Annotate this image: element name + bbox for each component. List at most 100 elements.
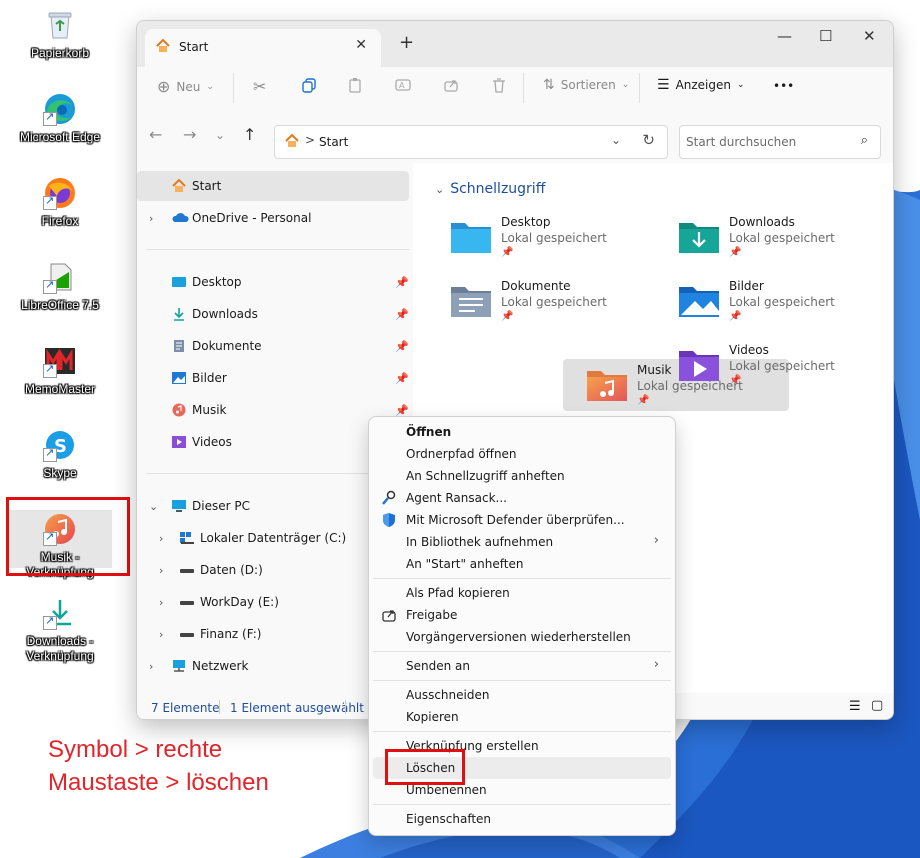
desktop-icon-downloads-shortcut[interactable]: Downloads - Verknüpfung	[8, 596, 112, 664]
menu-item-restore-versions[interactable]: Vorgängerversionen wiederherstellen	[373, 626, 671, 648]
menu-item-agent-ransack[interactable]: Agent Ransack...	[373, 487, 671, 509]
pin-icon: 📌	[395, 307, 409, 321]
tab-start[interactable]: Start ✕	[145, 29, 381, 67]
chevron-right-icon[interactable]: ›	[149, 212, 153, 225]
desktop-icon-label: Firefox	[41, 214, 79, 228]
address-bar[interactable]: > Start ⌄ ↻	[274, 125, 668, 159]
menu-item-cut[interactable]: Ausschneiden	[373, 684, 671, 706]
chevron-right-icon[interactable]: ›	[159, 532, 163, 545]
menu-item-label: Öffnen	[406, 425, 452, 439]
share-button[interactable]	[443, 77, 459, 96]
new-tab-button[interactable]: +	[399, 32, 414, 53]
search-input[interactable]: Start durchsuchen ⌕	[679, 125, 881, 159]
up-button[interactable]: ↑	[243, 125, 256, 144]
document-icon	[171, 339, 187, 353]
quick-access-desktop[interactable]: Desktop Lokal gespeichert 📌	[427, 211, 651, 263]
shortcut-arrow-icon	[43, 110, 57, 126]
chevron-down-icon[interactable]: ⌄	[611, 133, 621, 147]
rename-button[interactable]: A	[395, 77, 411, 96]
tiles-view-icon[interactable]: ▢	[871, 698, 883, 713]
menu-item-label: An Schnellzugriff anheften	[406, 469, 565, 483]
back-button[interactable]: ←	[149, 125, 162, 144]
svg-text:A: A	[399, 81, 405, 90]
menu-item-open-folder-path[interactable]: Ordnerpfad öffnen	[373, 443, 671, 465]
menu-item-delete[interactable]: Löschen	[373, 757, 671, 779]
desktop-icon-skype[interactable]: S Skype	[8, 428, 112, 481]
sort-button[interactable]: ⇅ Sortieren ⌄	[543, 77, 629, 93]
menu-item-pin-start[interactable]: An "Start" anheften	[373, 553, 671, 575]
menu-item-defender-scan[interactable]: Mit Microsoft Defender überprüfen...	[373, 509, 671, 531]
pin-icon: 📌	[729, 375, 742, 386]
desktop-icon-edge[interactable]: Microsoft Edge	[8, 92, 112, 145]
menu-item-rename[interactable]: Umbenennen	[373, 779, 671, 801]
copy-button[interactable]	[301, 77, 317, 96]
qa-name: Dokumente	[501, 279, 571, 293]
section-header-quick-access[interactable]: ⌄ Schnellzugriff	[435, 181, 545, 197]
home-icon	[284, 133, 300, 152]
menu-item-open[interactable]: Öffnen	[373, 421, 671, 443]
desktop-icon-firefox[interactable]: Firefox	[8, 176, 112, 229]
nav-item-start[interactable]: Start	[137, 171, 409, 201]
refresh-icon[interactable]: ↻	[642, 131, 655, 149]
menu-item-properties[interactable]: Eigenschaften	[373, 808, 671, 830]
qa-name: Bilder	[729, 279, 764, 293]
chevron-right-icon[interactable]: ›	[159, 596, 163, 609]
qa-location: Lokal gespeichert	[729, 359, 835, 373]
chevron-right-icon[interactable]: ›	[159, 564, 163, 577]
desktop-icon-label: Downloads - Verknüpfung	[26, 634, 94, 663]
drive-icon	[179, 563, 195, 577]
nav-item-dokumente[interactable]: Dokumente 📌	[137, 331, 409, 361]
qa-location: Lokal gespeichert	[501, 295, 607, 309]
recent-locations-button[interactable]: ⌄	[215, 128, 225, 142]
menu-divider	[373, 651, 671, 652]
nav-item-downloads[interactable]: Downloads 📌	[137, 299, 409, 329]
nav-item-bilder[interactable]: Bilder 📌	[137, 363, 409, 393]
minimize-button[interactable]: —	[777, 27, 792, 45]
menu-item-copy-path[interactable]: Als Pfad kopieren	[373, 582, 671, 604]
nav-item-label: Desktop	[192, 275, 242, 289]
forward-button[interactable]: →	[183, 125, 196, 144]
maximize-button[interactable]: ☐	[819, 27, 832, 45]
desktop-icon-recycle-bin[interactable]: Papierkorb	[8, 8, 112, 61]
more-button[interactable]: •••	[773, 79, 794, 93]
quick-access-videos[interactable]: Videos Lokal gespeichert 📌	[655, 339, 879, 391]
shield-icon	[381, 512, 397, 528]
download-icon	[171, 307, 187, 321]
menu-item-create-shortcut[interactable]: Verknüpfung erstellen	[373, 735, 671, 757]
shortcut-arrow-icon	[43, 194, 57, 210]
chevron-right-icon[interactable]: ›	[159, 628, 163, 641]
menu-item-send-to[interactable]: Senden an ›	[373, 655, 671, 677]
delete-button[interactable]	[491, 77, 507, 96]
menu-item-pin-quick-access[interactable]: An Schnellzugriff anheften	[373, 465, 671, 487]
new-button[interactable]: ⊕ Neu ⌄	[157, 77, 214, 96]
details-view-icon[interactable]: ☰	[849, 699, 861, 714]
tab-title: Start	[179, 40, 209, 54]
quick-access-dokumente[interactable]: Dokumente Lokal gespeichert 📌	[427, 275, 651, 327]
desktop-icon-memomaster[interactable]: MemoMaster	[8, 344, 112, 397]
chevron-right-icon[interactable]: ›	[149, 660, 153, 673]
menu-divider	[373, 731, 671, 732]
annotation-line: Maustaste > löschen	[48, 769, 269, 796]
nav-item-onedrive[interactable]: › OneDrive - Personal	[137, 203, 409, 233]
desktop-icon-libreoffice[interactable]: LibreOffice 7.5	[8, 260, 112, 313]
edge-icon	[43, 92, 77, 126]
nav-item-label: Dieser PC	[192, 499, 250, 513]
qa-name: Videos	[729, 343, 769, 357]
menu-item-share[interactable]: Freigabe	[373, 604, 671, 626]
download-icon	[43, 596, 77, 630]
menu-item-label: Eigenschaften	[406, 812, 492, 826]
menu-item-copy[interactable]: Kopieren	[373, 706, 671, 728]
desktop-icon-musik-shortcut[interactable]: Musik - Verknüpfung	[8, 510, 112, 579]
menu-item-include-library[interactable]: In Bibliothek aufnehmen ›	[373, 531, 671, 553]
tab-close-icon[interactable]: ✕	[355, 37, 367, 53]
quick-access-downloads[interactable]: Downloads Lokal gespeichert 📌	[655, 211, 879, 263]
close-button[interactable]: ✕	[863, 27, 876, 45]
quick-access-bilder[interactable]: Bilder Lokal gespeichert 📌	[655, 275, 879, 327]
view-button[interactable]: ☰ Anzeigen ⌄	[657, 77, 745, 93]
breadcrumb-start[interactable]: Start	[319, 135, 348, 149]
paste-button[interactable]	[347, 77, 363, 96]
chevron-down-icon[interactable]: ⌄	[149, 500, 158, 513]
cut-button[interactable]: ✂	[253, 77, 266, 96]
nav-item-desktop[interactable]: Desktop 📌	[137, 267, 409, 297]
desktop-folder-icon	[171, 275, 187, 289]
